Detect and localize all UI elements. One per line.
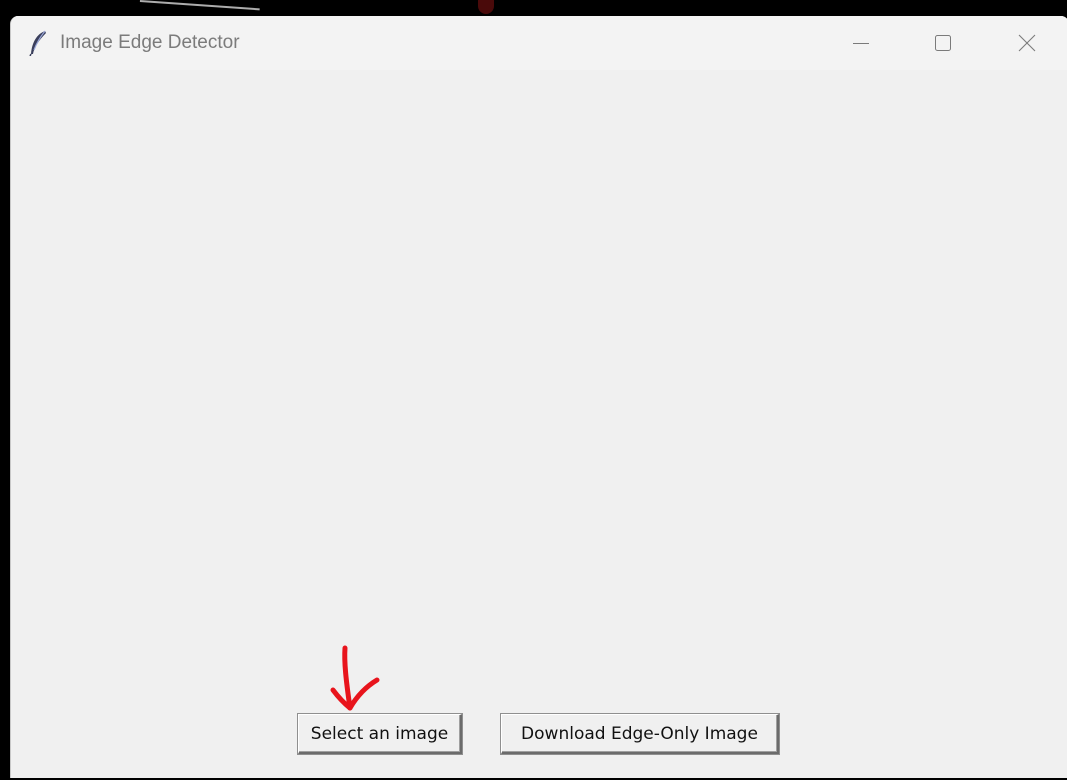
maximize-button[interactable] [915,16,971,70]
titlebar[interactable]: Image Edge Detector [11,16,1067,70]
close-icon [1018,34,1036,52]
background-artifact [478,0,494,14]
main-content-area: Select an image Download Edge-Only Image [11,70,1067,778]
select-image-button[interactable]: Select an image [298,714,462,754]
feather-icon [29,30,49,57]
maximize-icon [934,34,952,52]
window-title: Image Edge Detector [60,32,240,53]
download-edge-image-button[interactable]: Download Edge-Only Image [501,714,779,754]
close-button[interactable] [999,16,1055,70]
minimize-button[interactable] [833,16,889,70]
minimize-icon [852,34,870,52]
app-window: Image Edge Detector Select an image Down… [10,16,1067,778]
